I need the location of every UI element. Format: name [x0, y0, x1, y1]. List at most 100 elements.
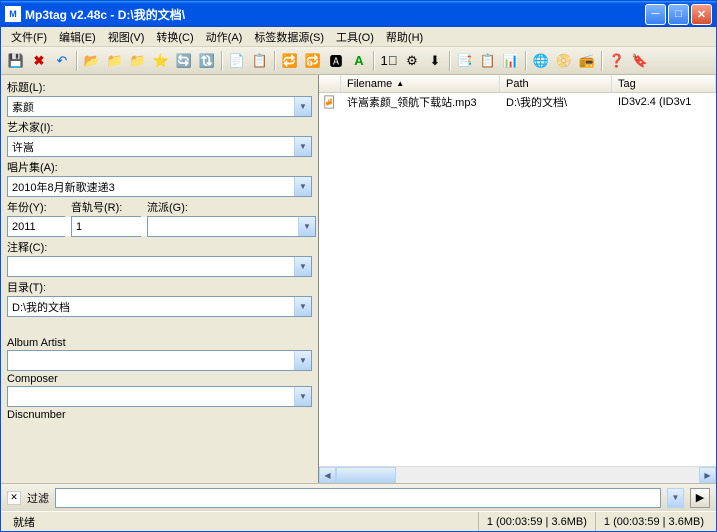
tag4-button[interactable]: A — [348, 50, 370, 72]
action2-button[interactable]: ⬇ — [424, 50, 446, 72]
dropdown-icon[interactable]: ▼ — [294, 257, 311, 276]
menu-tools[interactable]: 工具(O) — [330, 27, 380, 47]
open-button[interactable]: 📂 — [81, 50, 103, 72]
save-button[interactable]: 💾 — [5, 50, 27, 72]
comment-field[interactable]: ▼ — [7, 256, 312, 277]
composer-label: Composer — [7, 373, 312, 385]
genre-label: 流派(G): — [147, 199, 316, 215]
filter-close-button[interactable]: ✕ — [7, 491, 21, 505]
web1-button[interactable]: 🌐 — [530, 50, 552, 72]
tag3-button[interactable]: 🅰 — [325, 50, 347, 72]
status-ready: 就绪 — [5, 512, 479, 531]
genre-input[interactable] — [148, 217, 298, 236]
folder-button[interactable]: 📁 — [104, 50, 126, 72]
composer-field[interactable]: ▼ — [7, 386, 312, 407]
favorite-button[interactable]: ⭐ — [150, 50, 172, 72]
dropdown-icon[interactable]: ▼ — [294, 97, 311, 116]
scroll-left-icon[interactable]: ◀ — [319, 467, 336, 483]
status-seg1: 1 (00:03:59 | 3.6MB) — [479, 512, 596, 531]
directory-input[interactable] — [8, 297, 294, 316]
close-button[interactable]: ✕ — [691, 4, 712, 25]
menu-tagsource[interactable]: 标签数据源(S) — [248, 27, 330, 47]
title-field[interactable]: ▼ — [7, 96, 312, 117]
col-tag[interactable]: Tag — [612, 75, 716, 92]
artist-field[interactable]: ▼ — [7, 136, 312, 157]
filter-label: 过滤 — [27, 490, 49, 506]
albumartist-field[interactable]: ▼ — [7, 350, 312, 371]
titlebar: M Mp3tag v2.48c - D:\我的文档\ ─ □ ✕ — [1, 1, 716, 27]
b1-button[interactable]: 📑 — [454, 50, 476, 72]
autonumber-button[interactable]: 1⃣ — [378, 50, 400, 72]
track-field[interactable]: ▼ — [71, 216, 141, 237]
filter-dropdown-icon[interactable]: ▼ — [667, 488, 684, 508]
scroll-track[interactable] — [336, 467, 699, 483]
album-label: 唱片集(A): — [7, 159, 312, 175]
dropdown-icon[interactable]: ▼ — [294, 137, 311, 156]
separator — [76, 51, 78, 71]
composer-input[interactable] — [8, 387, 294, 406]
list-body[interactable]: 许嵩素颜_领航下载站.mp3 D:\我的文档\ ID3v2.4 (ID3v1 — [319, 93, 716, 466]
tag1-button[interactable]: 🔁 — [279, 50, 301, 72]
scroll-right-icon[interactable]: ▶ — [699, 467, 716, 483]
cell-path: D:\我的文档\ — [500, 94, 612, 110]
dropdown-icon[interactable]: ▼ — [294, 351, 311, 370]
dropdown-icon[interactable]: ▼ — [294, 177, 311, 196]
comment-label: 注释(C): — [7, 239, 312, 255]
web3-button[interactable]: 📻 — [576, 50, 598, 72]
year-field[interactable]: ▼ — [7, 216, 65, 237]
folder2-button[interactable]: 📁 — [127, 50, 149, 72]
action1-button[interactable]: ⚙ — [401, 50, 423, 72]
status-seg2: 1 (00:03:59 | 3.6MB) — [596, 512, 712, 531]
filter-field[interactable] — [55, 488, 661, 508]
b3-button[interactable]: 📊 — [500, 50, 522, 72]
web2-button[interactable]: 📀 — [553, 50, 575, 72]
menu-help[interactable]: 帮助(H) — [380, 27, 429, 47]
content: 标题(L): ▼ 艺术家(I): ▼ 唱片集(A): ▼ 年份(Y): — [1, 75, 716, 483]
b2-button[interactable]: 📋 — [477, 50, 499, 72]
albumartist-label: Album Artist — [7, 337, 312, 349]
albumartist-input[interactable] — [8, 351, 294, 370]
scroll-thumb[interactable] — [336, 467, 396, 483]
menu-file[interactable]: 文件(F) — [5, 27, 53, 47]
toolbar: 💾 ✖ ↶ 📂 📁 📁 ⭐ 🔄 🔃 📄 📋 🔁 🔂 🅰 A 1⃣ ⚙ ⬇ 📑 📋… — [1, 47, 716, 75]
menu-action[interactable]: 动作(A) — [200, 27, 249, 47]
col-icon[interactable] — [319, 75, 341, 92]
filter-go-button[interactable]: ▶ — [690, 488, 710, 508]
separator — [221, 51, 223, 71]
menu-view[interactable]: 视图(V) — [102, 27, 151, 47]
horizontal-scrollbar[interactable]: ◀ ▶ — [319, 466, 716, 483]
dropdown-icon[interactable]: ▼ — [298, 217, 315, 236]
refresh-button[interactable]: 🔃 — [196, 50, 218, 72]
artist-input[interactable] — [8, 137, 294, 156]
minimize-button[interactable]: ─ — [645, 4, 666, 25]
doc2-button[interactable]: 📋 — [249, 50, 271, 72]
menu-edit[interactable]: 编辑(E) — [53, 27, 102, 47]
dropdown-icon[interactable]: ▼ — [294, 297, 311, 316]
delete-button[interactable]: ✖ — [28, 50, 50, 72]
discnumber-label: Discnumber — [7, 409, 312, 421]
title-input[interactable] — [8, 97, 294, 116]
genre-field[interactable]: ▼ — [147, 216, 316, 237]
col-filename[interactable]: Filename▲ — [341, 75, 500, 92]
separator — [601, 51, 603, 71]
doc1-button[interactable]: 📄 — [226, 50, 248, 72]
menu-convert[interactable]: 转换(C) — [150, 27, 199, 47]
help-button[interactable]: ❓ — [606, 50, 628, 72]
list-row[interactable]: 许嵩素颜_领航下载站.mp3 D:\我的文档\ ID3v2.4 (ID3v1 — [319, 93, 716, 110]
maximize-button[interactable]: □ — [668, 4, 689, 25]
separator — [525, 51, 527, 71]
window-title: Mp3tag v2.48c - D:\我的文档\ — [25, 6, 645, 23]
album-field[interactable]: ▼ — [7, 176, 312, 197]
tag2-button[interactable]: 🔂 — [302, 50, 324, 72]
filter-input[interactable] — [56, 489, 660, 507]
reload-button[interactable]: 🔄 — [173, 50, 195, 72]
comment-input[interactable] — [8, 257, 294, 276]
list-header: Filename▲ Path Tag — [319, 75, 716, 93]
undo-button[interactable]: ↶ — [51, 50, 73, 72]
statusbar: 就绪 1 (00:03:59 | 3.6MB) 1 (00:03:59 | 3.… — [1, 511, 716, 531]
directory-field[interactable]: ▼ — [7, 296, 312, 317]
album-input[interactable] — [8, 177, 294, 196]
about-button[interactable]: 🔖 — [629, 50, 651, 72]
col-path[interactable]: Path — [500, 75, 612, 92]
dropdown-icon[interactable]: ▼ — [294, 387, 311, 406]
